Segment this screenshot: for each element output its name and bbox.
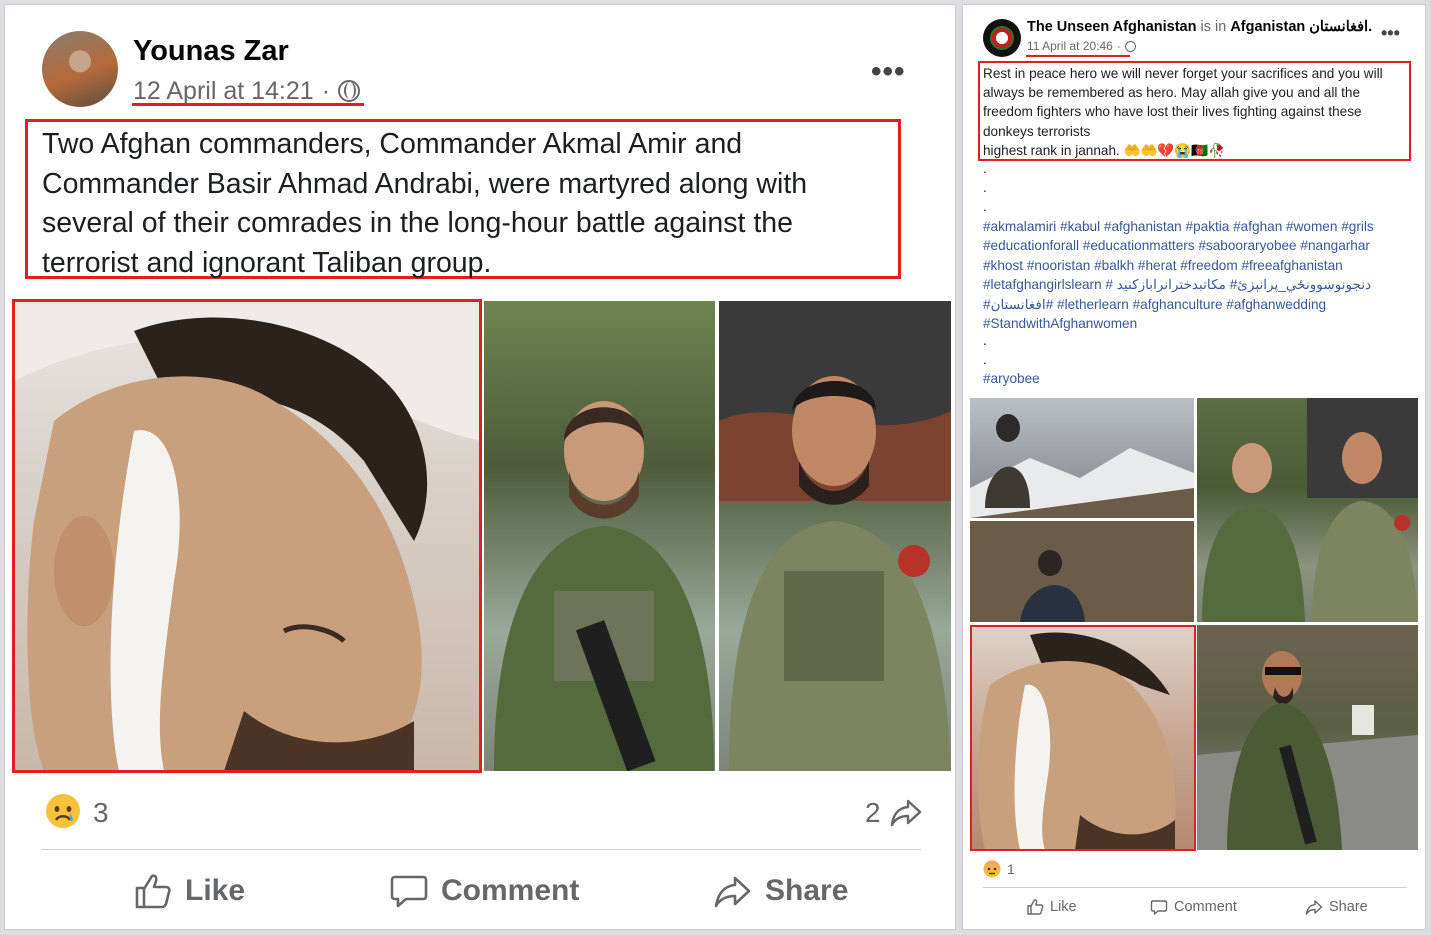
body-line: donkeys terrorists xyxy=(983,123,1091,139)
facebook-post-unseen-afghanistan: The Unseen Afghanistan is in Afganistan … xyxy=(962,4,1426,930)
hashtag-block: #akmalamiri #kabul #afghanistan #paktia … xyxy=(983,217,1413,333)
more-horizontal-icon[interactable]: ••• xyxy=(1381,23,1400,44)
location-link[interactable]: Afganistan افغانستان. xyxy=(1230,19,1372,35)
post-photo-two-commanders[interactable] xyxy=(484,301,951,771)
share-label: Share xyxy=(1329,899,1368,915)
hashtag-line[interactable]: #educationforall #educationmatters #sabo… xyxy=(983,236,1413,255)
body-line: highest rank in jannah. 🤲🤲💔😭🇦🇫🥀 xyxy=(983,142,1226,158)
post-meta: 11 April at 20:46 · xyxy=(1027,39,1136,53)
comment-button[interactable]: Comment xyxy=(389,867,579,915)
photo-soldier-sunglasses[interactable] xyxy=(1197,625,1418,850)
share-arrow-icon xyxy=(890,799,922,827)
hashtag-line[interactable]: #افغانستان# #letherlearn #afghanculture … xyxy=(983,295,1413,314)
comment-label: Comment xyxy=(1174,899,1237,915)
hashtag-line[interactable]: #akmalamiri #kabul #afghanistan #paktia … xyxy=(983,217,1413,236)
hashtag-line[interactable]: #khost #nooristan #balkh #herat #freedom… xyxy=(983,256,1413,275)
share-label: Share xyxy=(765,874,849,907)
thumbs-up-icon xyxy=(1027,899,1044,915)
hashtag-aryobee[interactable]: #aryobee xyxy=(983,371,1040,386)
highlight-underline xyxy=(132,103,364,106)
author-name[interactable]: Younas Zar xyxy=(133,35,289,68)
author-avatar[interactable] xyxy=(42,31,118,107)
comment-bubble-icon xyxy=(1150,900,1168,915)
post-body: Two Afghan commanders, Commander Akmal A… xyxy=(42,128,808,279)
reaction-count[interactable]: 1 xyxy=(1007,861,1015,877)
comment-button[interactable]: Comment xyxy=(1150,896,1237,918)
body-line: Rest in peace hero we will never forget … xyxy=(983,66,1383,81)
emblem-icon xyxy=(990,26,1014,50)
meta-separator: · xyxy=(1116,39,1121,53)
share-button[interactable]: Share xyxy=(713,867,848,915)
photo-two-commanders[interactable] xyxy=(1197,398,1418,622)
share-button[interactable]: Share xyxy=(1305,896,1368,918)
like-button[interactable]: Like xyxy=(133,867,245,915)
dot-line: . xyxy=(983,180,987,195)
highlight-box-photo xyxy=(970,625,1196,851)
like-label: Like xyxy=(1050,899,1077,915)
page-name[interactable]: The Unseen Afghanistan xyxy=(1027,19,1196,35)
share-arrow-icon xyxy=(714,876,751,908)
facebook-post-younas-zar: Younas Zar 12 April at 14:21 · ••• Two A… xyxy=(4,4,956,930)
sad-emoji-icon[interactable] xyxy=(45,793,81,829)
reaction-count[interactable]: 3 xyxy=(93,797,109,829)
dot-line: . xyxy=(983,199,987,214)
action-divider xyxy=(983,887,1407,888)
angry-emoji-icon[interactable] xyxy=(983,860,1001,878)
action-divider xyxy=(41,849,921,850)
comment-bubble-icon xyxy=(390,875,428,908)
photo-illustration xyxy=(970,414,1194,622)
globe-icon xyxy=(1124,40,1136,52)
share-count[interactable]: 2 xyxy=(865,797,881,829)
highlight-underline xyxy=(1026,55,1130,57)
is-in-label: is in xyxy=(1200,19,1227,35)
meta-separator: · xyxy=(321,76,331,105)
post-timestamp[interactable]: 11 April at 20:46 xyxy=(1027,39,1113,53)
highlight-box-photo xyxy=(12,299,482,773)
like-label: Like xyxy=(185,874,246,907)
screenshot-canvas: Younas Zar 12 April at 14:21 · ••• Two A… xyxy=(0,0,1431,935)
dot-line: . xyxy=(983,352,987,367)
globe-icon xyxy=(338,80,361,102)
photo-illustration xyxy=(494,301,951,771)
share-arrow-icon xyxy=(1305,900,1323,915)
post-body: Rest in peace hero we will never forget … xyxy=(983,64,1411,160)
comment-label: Comment xyxy=(441,874,580,907)
photo-illustration xyxy=(1197,651,1418,850)
photo-illustration xyxy=(1202,398,1418,622)
body-line: always be remembered as hero. May allah … xyxy=(983,85,1361,101)
dot-line: . xyxy=(983,333,987,348)
more-horizontal-icon[interactable]: ••• xyxy=(871,55,906,89)
photo-mountain-soldiers[interactable] xyxy=(970,398,1194,622)
thumbs-up-icon xyxy=(135,874,171,909)
like-button[interactable]: Like xyxy=(1026,896,1077,918)
dot-line: . xyxy=(983,161,987,176)
page-avatar[interactable] xyxy=(983,19,1021,57)
post-header: The Unseen Afghanistan is in Afganistan … xyxy=(1027,19,1372,35)
hashtag-line[interactable]: #StandwithAfghanwomen xyxy=(983,314,1413,333)
body-line: freedom fighters who have lost their liv… xyxy=(983,104,1362,120)
hashtag-line[interactable]: #letafghangirlslearn # دنجونوښوونځي_پران… xyxy=(983,275,1413,294)
post-timestamp[interactable]: 12 April at 14:21 xyxy=(133,77,314,106)
